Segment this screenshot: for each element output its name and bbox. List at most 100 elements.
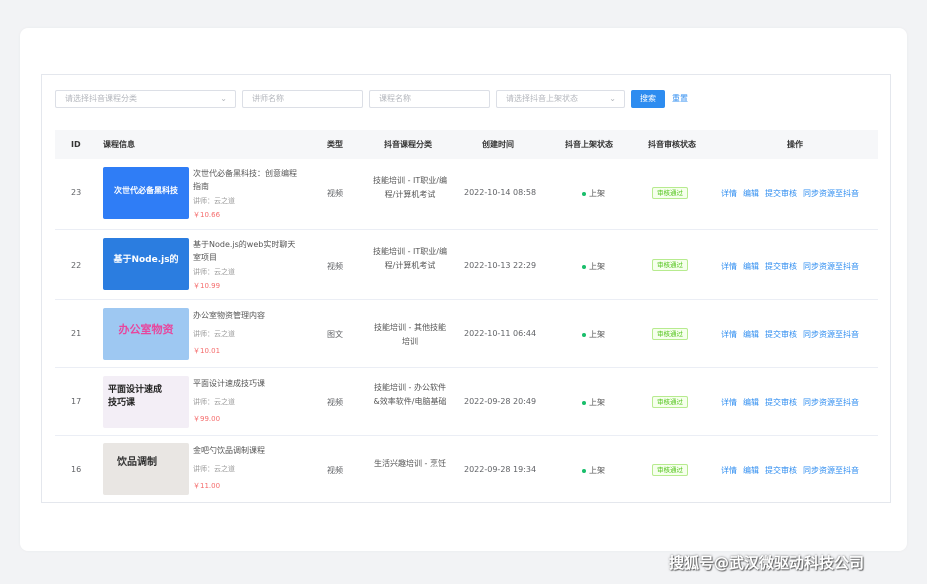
thumbnail-text: 饮品调制 [117, 457, 157, 468]
course-title[interactable]: 次世代必备黑科技：创意编程指南 [193, 167, 303, 193]
thumbnail-text: 基于Node.js的 [113, 255, 179, 265]
header-type: 类型 [327, 140, 343, 149]
course-thumbnail[interactable]: 饮品调制 [103, 443, 189, 495]
row-actions: 详情 编辑 提交审核 同步资源至抖音 [721, 465, 865, 476]
course-input[interactable]: 课程名称 [369, 90, 490, 108]
listing-status: 上架 [582, 329, 605, 340]
course-title[interactable]: 金吧勺饮品调制课程 [193, 444, 303, 457]
lecturer-input[interactable]: 讲师名称 [242, 90, 363, 108]
course-title[interactable]: 平面设计速成技巧课 [193, 377, 303, 390]
course-input-placeholder: 课程名称 [379, 94, 411, 103]
course-type: 视频 [327, 398, 343, 407]
table-row: 16 饮品调制 金吧勺饮品调制课程 讲师：云之道 ￥11.00 视频 生活兴趣培… [55, 435, 878, 501]
submit-review-link[interactable]: 提交审核 [765, 262, 797, 271]
listing-status: 上架 [582, 397, 605, 408]
sync-to-douyin-link[interactable]: 同步资源至抖音 [803, 330, 859, 339]
table-row: 23 次世代必备黑科技 次世代必备黑科技：创意编程指南 讲师：云之道 ￥10.6… [55, 159, 878, 230]
sync-to-douyin-link[interactable]: 同步资源至抖音 [803, 262, 859, 271]
row-id: 23 [71, 188, 82, 197]
detail-link[interactable]: 详情 [721, 262, 737, 271]
course-lecturer: 讲师：云之道 [193, 465, 235, 473]
review-status-badge: 审核通过 [652, 464, 688, 476]
row-id: 21 [71, 329, 82, 338]
course-type: 视频 [327, 466, 343, 475]
header-id: ID [71, 140, 81, 149]
header-listing-status: 抖音上架状态 [565, 140, 613, 149]
edit-link[interactable]: 编辑 [743, 189, 759, 198]
review-status-badge: 审核通过 [652, 187, 688, 199]
course-thumbnail[interactable]: 平面设计速成技巧课 [103, 376, 189, 428]
submit-review-link[interactable]: 提交审核 [765, 330, 797, 339]
sync-to-douyin-link[interactable]: 同步资源至抖音 [803, 398, 859, 407]
created-time: 2022-09-28 20:49 [464, 397, 537, 406]
submit-review-link[interactable]: 提交审核 [765, 189, 797, 198]
listing-status-text: 上架 [589, 330, 605, 339]
table-row: 22 基于Node.js的 基于Node.js的web实时聊天室项目 讲师：云之… [55, 229, 878, 300]
listing-status-text: 上架 [589, 189, 605, 198]
submit-review-link[interactable]: 提交审核 [765, 466, 797, 475]
chevron-down-icon: ⌄ [220, 94, 227, 103]
listing-status-placeholder: 请选择抖音上架状态 [506, 94, 578, 103]
listing-status-select[interactable]: 请选择抖音上架状态 ⌄ [496, 90, 625, 108]
row-id: 17 [71, 397, 82, 406]
course-category: 技能培训 - IT职业/编程/计算机考试 [373, 176, 447, 199]
table-row: 21 办公室物资 办公室物资管理内容 讲师：云之道 ￥10.01 图文 技能培训… [55, 299, 878, 368]
edit-link[interactable]: 编辑 [743, 398, 759, 407]
course-category: 技能培训 - 其他技能培训 [374, 323, 446, 346]
category-select-placeholder: 请选择抖音课程分类 [65, 94, 137, 103]
table-header: ID 课程信息 类型 抖音课程分类 创建时间 抖音上架状态 抖音审核状态 操作 [55, 130, 878, 159]
submit-review-link[interactable]: 提交审核 [765, 398, 797, 407]
search-button[interactable]: 搜索 [631, 90, 665, 108]
course-price: ￥10.01 [193, 347, 221, 355]
row-actions: 详情 编辑 提交审核 同步资源至抖音 [721, 188, 865, 199]
category-select[interactable]: 请选择抖音课程分类 ⌄ [55, 90, 236, 108]
course-thumbnail[interactable]: 次世代必备黑科技 [103, 167, 189, 219]
header-course-info: 课程信息 [103, 140, 135, 149]
review-status-badge: 审核通过 [652, 328, 688, 340]
detail-link[interactable]: 详情 [721, 398, 737, 407]
row-actions: 详情 编辑 提交审核 同步资源至抖音 [721, 329, 865, 340]
detail-link[interactable]: 详情 [721, 330, 737, 339]
watermark-text: 搜狐号@武汉微驱动科技公司 [669, 554, 865, 572]
edit-link[interactable]: 编辑 [743, 262, 759, 271]
created-time: 2022-09-28 19:34 [464, 465, 537, 474]
edit-link[interactable]: 编辑 [743, 330, 759, 339]
thumbnail-text: 办公室物资 [118, 323, 174, 336]
header-category: 抖音课程分类 [384, 140, 432, 149]
table-panel: 请选择抖音课程分类 ⌄ 讲师名称 课程名称 请选择抖音上架状态 ⌄ 搜索 重置 … [41, 74, 891, 503]
status-dot-icon [582, 191, 586, 196]
row-id: 16 [71, 465, 82, 474]
detail-link[interactable]: 详情 [721, 466, 737, 475]
created-time: 2022-10-13 22:29 [464, 261, 537, 270]
course-price: ￥10.99 [193, 282, 221, 290]
course-category: 生活兴趣培训 - 烹饪 [374, 459, 446, 468]
header-created: 创建时间 [482, 140, 514, 149]
course-title[interactable]: 办公室物资管理内容 [193, 309, 303, 322]
listing-status-text: 上架 [589, 262, 605, 271]
header-review-status: 抖音审核状态 [648, 140, 696, 149]
course-type: 图文 [327, 330, 343, 339]
listing-status: 上架 [582, 261, 605, 272]
created-time: 2022-10-14 08:58 [464, 188, 537, 197]
course-category: 技能培训 - 办公软件&效率软件/电脑基础 [373, 383, 447, 406]
status-dot-icon [582, 332, 586, 337]
course-thumbnail[interactable]: 基于Node.js的 [103, 238, 189, 290]
review-status-badge: 审核通过 [652, 259, 688, 271]
sync-to-douyin-link[interactable]: 同步资源至抖音 [803, 466, 859, 475]
reset-button[interactable]: 重置 [672, 90, 688, 108]
review-status-badge: 审核通过 [652, 396, 688, 408]
detail-link[interactable]: 详情 [721, 189, 737, 198]
header-actions: 操作 [787, 140, 803, 149]
course-type: 视频 [327, 262, 343, 271]
chevron-down-icon: ⌄ [609, 94, 616, 103]
sync-to-douyin-link[interactable]: 同步资源至抖音 [803, 189, 859, 198]
course-lecturer: 讲师：云之道 [193, 268, 235, 276]
status-dot-icon [582, 264, 586, 269]
listing-status: 上架 [582, 465, 605, 476]
listing-status-text: 上架 [589, 398, 605, 407]
thumbnail-text: 次世代必备黑科技 [114, 186, 178, 195]
course-thumbnail[interactable]: 办公室物资 [103, 308, 189, 360]
edit-link[interactable]: 编辑 [743, 466, 759, 475]
course-title[interactable]: 基于Node.js的web实时聊天室项目 [193, 238, 303, 264]
thumbnail-text: 平面设计速成技巧课 [108, 385, 163, 408]
